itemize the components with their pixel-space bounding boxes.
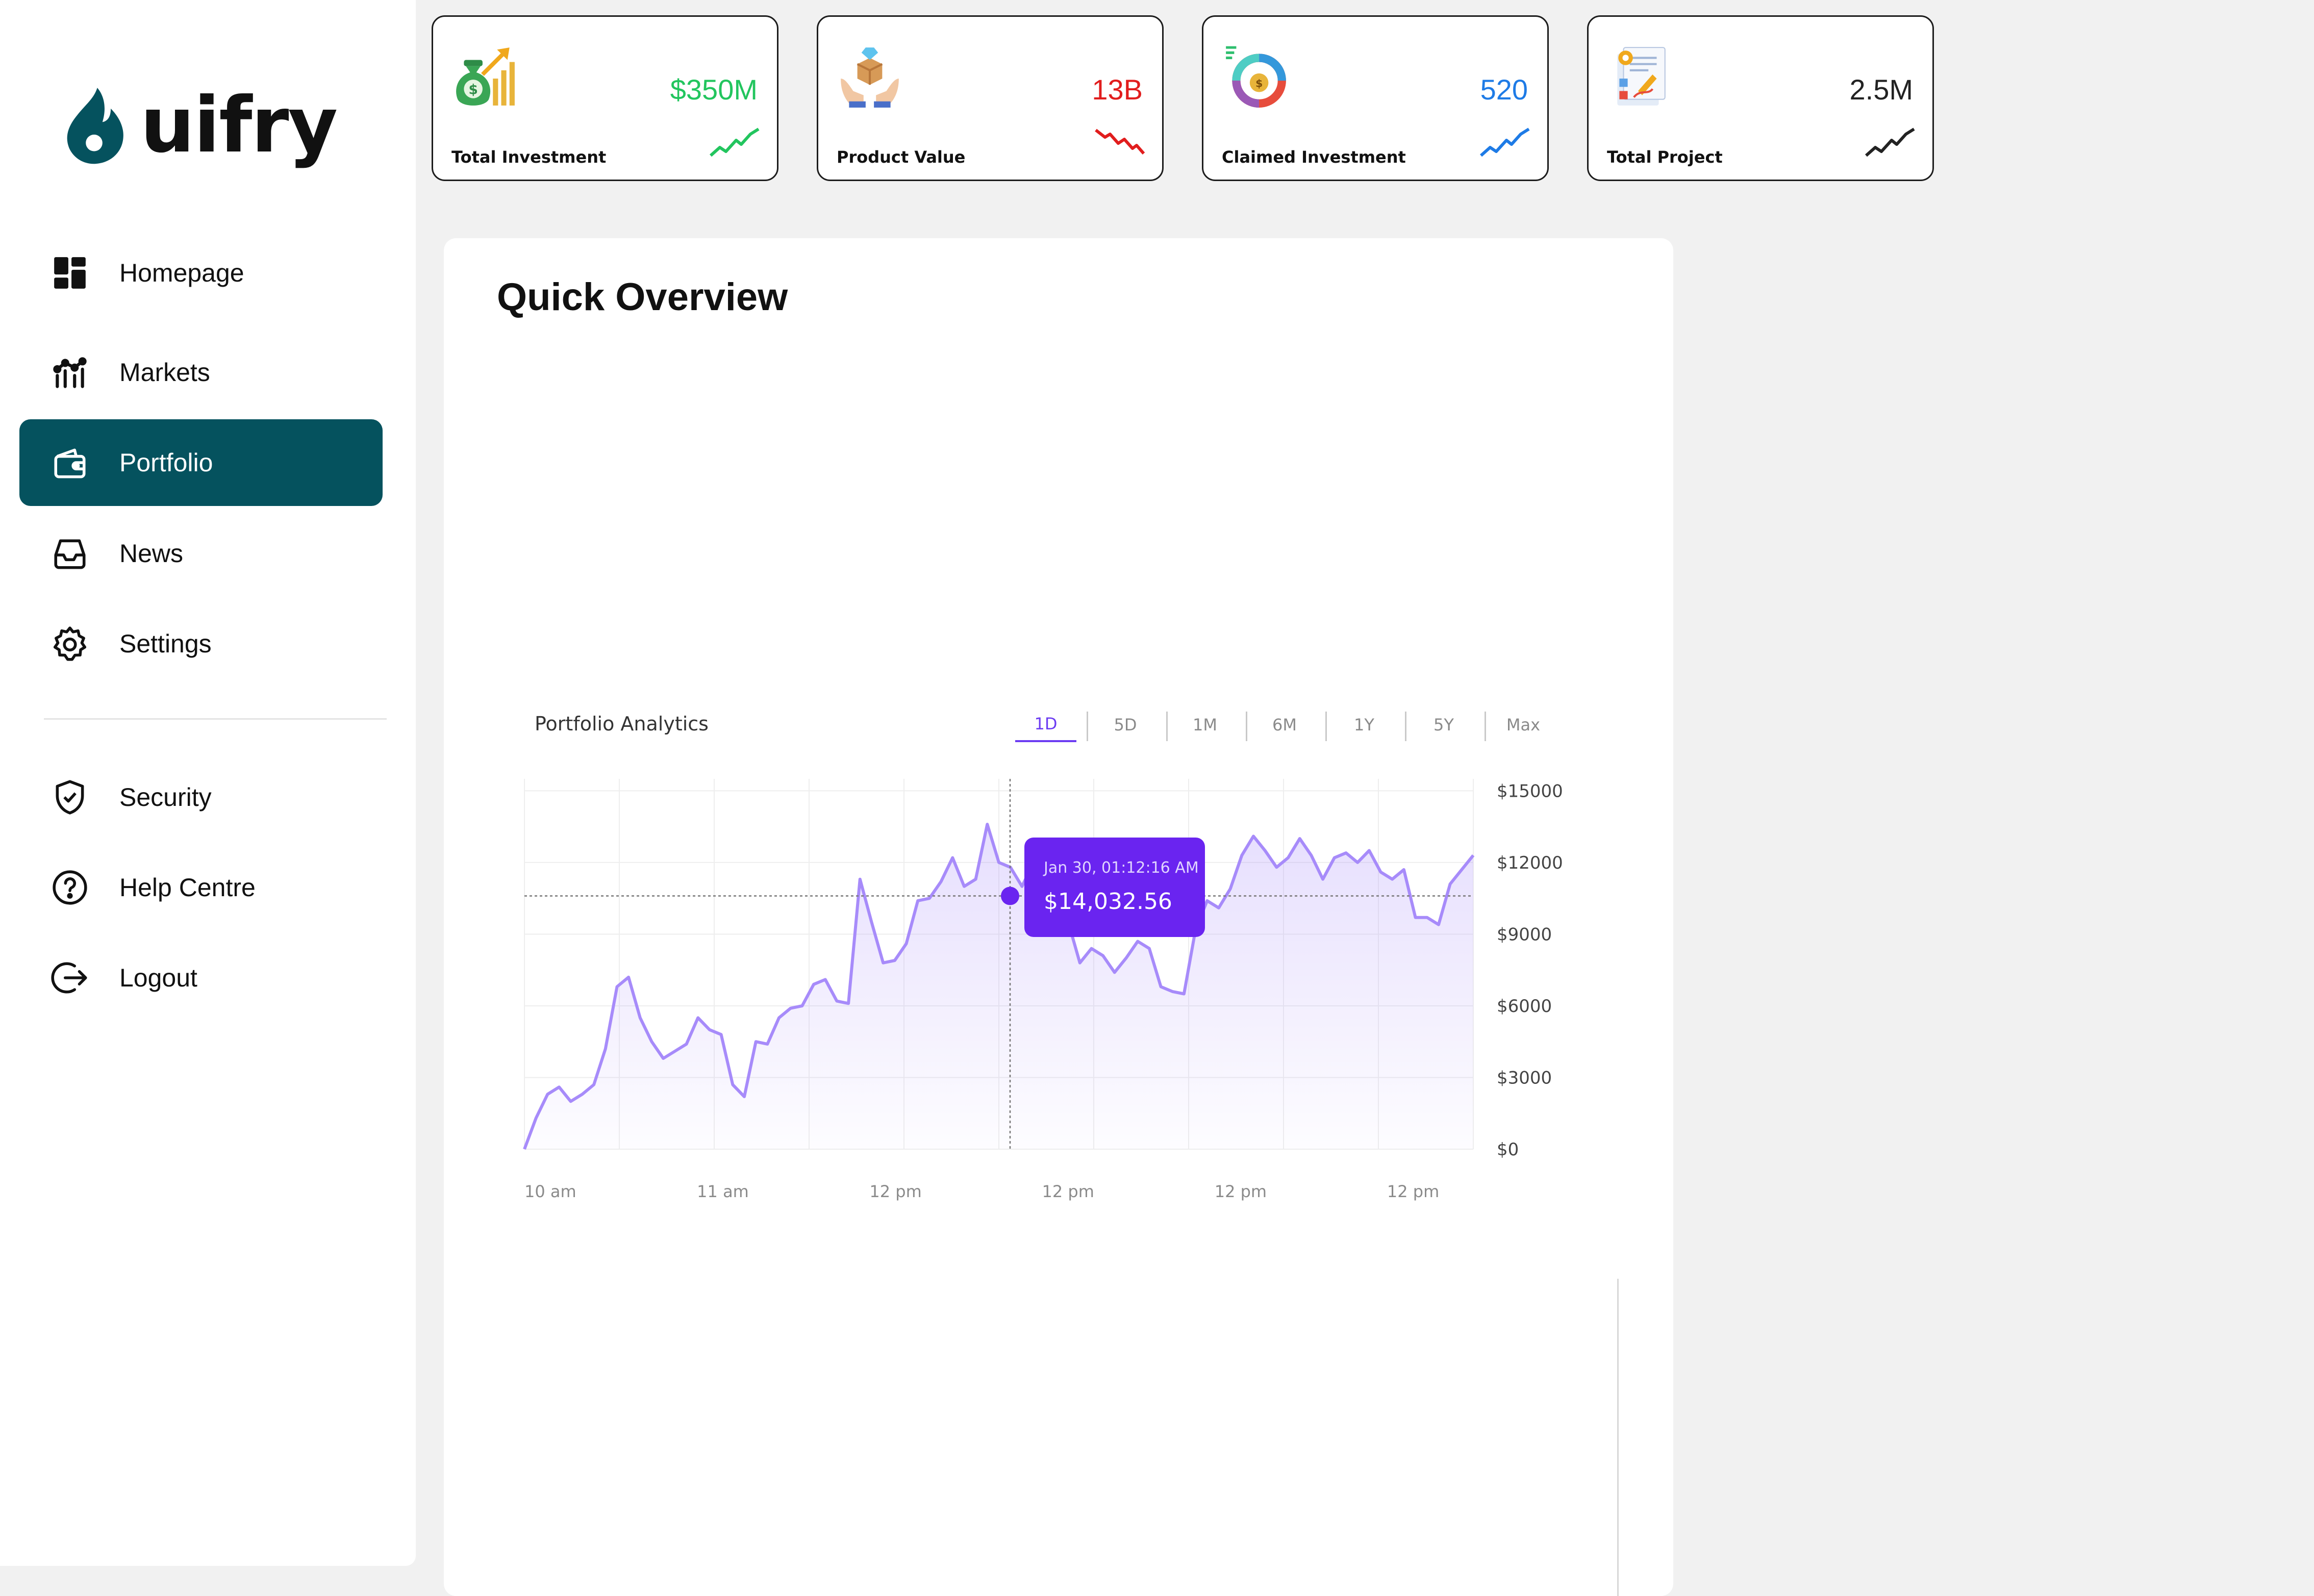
help-circle-icon <box>51 869 89 906</box>
sidebar-divider <box>44 718 387 720</box>
sidebar-item-label: Markets <box>119 358 210 387</box>
svg-text:$: $ <box>1255 77 1263 89</box>
wallet-icon <box>51 444 89 482</box>
svg-text:$: $ <box>468 82 477 98</box>
sidebar-item-label: Settings <box>119 629 212 658</box>
y-tick-label: $3000 <box>1497 1068 1552 1088</box>
stat-card-total-investment[interactable]: $ $350M Total Investment <box>432 15 778 181</box>
panel-divider <box>1617 1279 1619 1596</box>
stat-card-total-project[interactable]: 2.5M Total Project <box>1587 15 1934 181</box>
y-tick-label: $12000 <box>1497 853 1563 873</box>
x-tick-label: 11 am <box>697 1182 749 1201</box>
stat-card-claimed-investment[interactable]: $ 520 Claimed Investment <box>1202 15 1549 181</box>
markets-chart-icon <box>51 353 89 391</box>
donut-money-icon: $ <box>1226 46 1286 108</box>
stat-card-product-value[interactable]: 13B Product Value <box>817 15 1164 181</box>
x-tick-label: 12 pm <box>1215 1182 1267 1201</box>
stat-label: Product Value <box>837 147 966 167</box>
brand-name: uifry <box>140 81 338 170</box>
stat-label: Total Investment <box>451 147 607 167</box>
stat-label: Claimed Investment <box>1222 147 1406 167</box>
trend-up-icon <box>1865 128 1915 157</box>
trend-up-icon <box>1480 128 1530 157</box>
y-tick-label: $9000 <box>1497 924 1552 945</box>
sidebar-item-label: Portfolio <box>119 448 213 477</box>
trend-down-icon <box>1095 129 1145 155</box>
x-tick-label: 12 pm <box>869 1182 921 1201</box>
brand-logo[interactable]: uifry <box>62 81 338 170</box>
stat-value: $350M <box>670 73 758 106</box>
sidebar-item-security[interactable]: Security <box>19 754 383 841</box>
sidebar-item-homepage[interactable]: Homepage <box>19 230 383 316</box>
y-tick-label: $15000 <box>1497 781 1563 801</box>
x-tick-label: 12 pm <box>1042 1182 1094 1201</box>
sidebar-item-label: Homepage <box>119 259 244 287</box>
logout-icon <box>51 959 89 997</box>
sidebar-item-help-centre[interactable]: Help Centre <box>19 844 383 931</box>
sidebar-item-logout[interactable]: Logout <box>19 934 383 1021</box>
sidebar: uifry Homepage Markets Portfolio News Se… <box>0 0 416 1566</box>
chart-tooltip: Jan 30, 01:12:16 AM $14,032.56 <box>1024 838 1205 937</box>
sidebar-item-label: Logout <box>119 964 197 992</box>
trend-up-icon <box>710 128 760 157</box>
money-bag-growth-icon: $ <box>456 47 515 106</box>
inbox-icon <box>51 535 89 572</box>
sidebar-item-label: News <box>119 539 184 568</box>
quick-overview-panel: Quick Overview Portfolio Analytics 1D 5D… <box>444 238 1673 1596</box>
y-tick-label: $6000 <box>1497 996 1552 1017</box>
stat-value: 2.5M <box>1849 73 1914 106</box>
tooltip-value: $14,032.56 <box>1044 889 1172 915</box>
gear-icon <box>51 625 89 663</box>
sidebar-item-portfolio[interactable]: Portfolio <box>19 419 383 506</box>
sidebar-item-news[interactable]: News <box>19 510 383 597</box>
sidebar-item-settings[interactable]: Settings <box>19 600 383 687</box>
flame-logo-icon <box>67 88 123 164</box>
x-tick-label: 12 pm <box>1387 1182 1439 1201</box>
project-document-icon <box>1617 47 1666 106</box>
hover-point <box>1001 886 1019 905</box>
y-tick-label: $0 <box>1497 1139 1519 1160</box>
stat-label: Total Project <box>1607 147 1723 167</box>
series-area <box>524 824 1473 1149</box>
sidebar-item-label: Help Centre <box>119 873 256 902</box>
tooltip-date: Jan 30, 01:12:16 AM <box>1044 859 1199 877</box>
sidebar-item-markets[interactable]: Markets <box>19 329 383 416</box>
hands-box-icon <box>841 47 899 108</box>
x-tick-label: 10 am <box>524 1182 576 1201</box>
stat-value: 13B <box>1092 73 1143 106</box>
dashboard-icon <box>51 254 89 292</box>
stat-value: 520 <box>1480 73 1528 106</box>
sidebar-item-label: Security <box>119 783 212 812</box>
shield-check-icon <box>51 778 89 816</box>
